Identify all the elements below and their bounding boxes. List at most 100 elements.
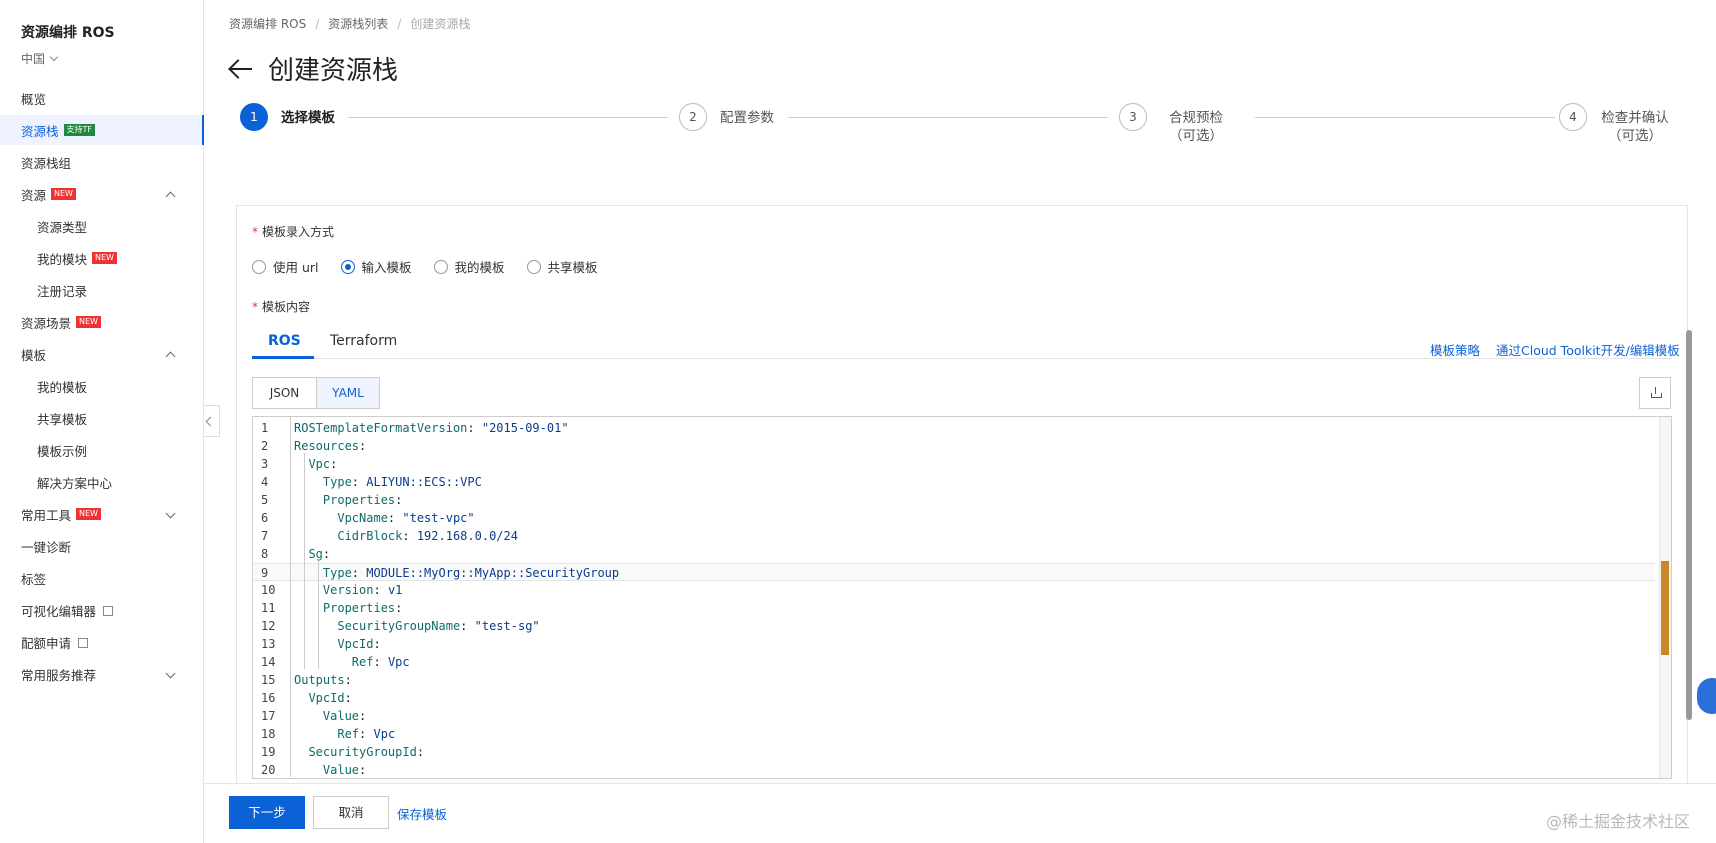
- line-number: 19: [261, 745, 276, 759]
- line-number: 3: [261, 457, 269, 471]
- sidebar-item-stacks[interactable]: 资源栈 支持TF: [0, 115, 204, 145]
- code-line: 11 Properties:: [253, 599, 1655, 617]
- sidebar-item-label: 资源栈: [21, 123, 59, 139]
- sidebar-item-stack-groups[interactable]: 资源栈组: [0, 147, 204, 177]
- code-text: CidrBlock: 192.168.0.0/24: [294, 529, 518, 543]
- input-method-radio-group: 使用 url 输入模板 我的模板 共享模板: [252, 257, 620, 276]
- sidebar-item-my-modules[interactable]: 我的模块 NEW: [0, 243, 204, 273]
- back-arrow-icon[interactable]: [228, 58, 254, 80]
- sidebar-item-shared-templates[interactable]: 共享模板: [0, 403, 204, 433]
- sidebar-item-registry[interactable]: 注册记录: [0, 275, 204, 305]
- step-number: 3: [1119, 103, 1147, 131]
- chevron-down-icon: [165, 668, 176, 679]
- format-toggle: JSON YAML: [252, 377, 380, 409]
- tab-terraform[interactable]: Terraform: [330, 333, 397, 349]
- cloud-toolkit-link[interactable]: 通过Cloud Toolkit开发/编辑模板: [1496, 340, 1680, 359]
- sidebar-item-resources[interactable]: 资源 NEW: [0, 179, 204, 209]
- step-label: 检查并确认: [1601, 110, 1669, 126]
- floating-apps-button[interactable]: [1697, 678, 1716, 714]
- sidebar-collapse-button[interactable]: [204, 405, 220, 437]
- radio-my-template[interactable]: 我的模板: [433, 257, 505, 276]
- sidebar-item-template-examples[interactable]: 模板示例: [0, 435, 204, 465]
- step-connector: [788, 117, 1108, 118]
- code-line: 15 Outputs:: [253, 671, 1655, 689]
- sidebar-item-solutions[interactable]: 解决方案中心: [0, 467, 204, 497]
- line-number: 4: [261, 475, 269, 489]
- breadcrumb-item[interactable]: 资源栈列表: [328, 17, 388, 31]
- sidebar-item-label: 常用工具: [21, 507, 72, 523]
- sidebar-item-label: 可视化编辑器: [21, 603, 97, 619]
- sidebar-item-resource-types[interactable]: 资源类型: [0, 211, 204, 241]
- sidebar-item-label: 资源栈组: [21, 155, 72, 171]
- line-number: 9: [261, 566, 269, 580]
- step-number: 4: [1559, 103, 1587, 131]
- code-line: 5 Properties:: [253, 491, 1655, 509]
- radio-label: 共享模板: [547, 260, 598, 275]
- code-line: 14 Ref: Vpc: [253, 653, 1655, 671]
- breadcrumb-item[interactable]: 资源编排 ROS: [229, 17, 306, 31]
- sidebar-item-scenarios[interactable]: 资源场景 NEW: [0, 307, 204, 337]
- code-line: 9 Type: MODULE::MyOrg::MyApp::SecurityGr…: [253, 563, 1655, 581]
- next-button[interactable]: 下一步: [229, 796, 305, 829]
- code-line: 13 VpcId:: [253, 635, 1655, 653]
- radio-shared-template[interactable]: 共享模板: [526, 257, 598, 276]
- code-line: 20 Value:: [253, 761, 1655, 778]
- sidebar-item-overview[interactable]: 概览: [0, 83, 204, 113]
- code-text: VpcId:: [294, 691, 352, 705]
- code-text: VpcId:: [294, 637, 381, 651]
- code-line: 17 Value:: [253, 707, 1655, 725]
- step-number: 1: [240, 103, 268, 131]
- step-label: 配置参数: [720, 110, 774, 126]
- line-number: 18: [261, 727, 276, 741]
- sidebar-item-tags[interactable]: 标签: [0, 563, 204, 593]
- code-text: Outputs:: [294, 673, 352, 687]
- new-badge: NEW: [76, 508, 101, 520]
- sidebar-item-label: 资源场景: [21, 315, 72, 331]
- format-yaml-button[interactable]: YAML: [316, 378, 379, 408]
- template-policy-link[interactable]: 模板策略: [1430, 340, 1480, 359]
- radio-url[interactable]: 使用 url: [252, 257, 319, 276]
- code-text: Properties:: [294, 493, 403, 507]
- region-selector[interactable]: 中国: [21, 50, 59, 67]
- cancel-button[interactable]: 取消: [313, 796, 389, 829]
- code-line: 16 VpcId:: [253, 689, 1655, 707]
- line-number: 17: [261, 709, 276, 723]
- sidebar-item-recommended[interactable]: 常用服务推荐: [0, 659, 204, 689]
- sidebar-item-my-templates[interactable]: 我的模板: [0, 371, 204, 401]
- radio-input-template[interactable]: 输入模板: [340, 257, 412, 276]
- code-line: 7 CidrBlock: 192.168.0.0/24: [253, 527, 1655, 545]
- new-badge: NEW: [92, 252, 117, 264]
- indent-guide: [318, 561, 319, 669]
- radio-label: 使用 url: [273, 260, 319, 275]
- scroll-marker: [1661, 561, 1669, 655]
- input-method-label: * 模板录入方式: [252, 225, 335, 239]
- line-number: 16: [261, 691, 276, 705]
- code-editor[interactable]: 1 ROSTemplateFormatVersion: "2015-09-01" 2…: [252, 416, 1672, 779]
- format-json-button[interactable]: JSON: [253, 378, 316, 408]
- code-text: Version: v1: [294, 583, 403, 597]
- sidebar-item-label: 解决方案中心: [37, 475, 113, 491]
- sidebar-item-tools[interactable]: 常用工具 NEW: [0, 499, 204, 529]
- chevron-up-icon: [165, 351, 176, 362]
- sidebar-item-diagnosis[interactable]: 一键诊断: [0, 531, 204, 561]
- sidebar-item-label: 概览: [21, 91, 47, 107]
- sidebar-item-label: 资源: [21, 187, 47, 203]
- line-number: 13: [261, 637, 276, 651]
- code-line: 19 SecurityGroupId:: [253, 743, 1655, 761]
- editor-scrollbar[interactable]: [1659, 417, 1671, 778]
- tab-ros[interactable]: ROS: [268, 333, 301, 349]
- save-template-link[interactable]: 保存模板: [397, 804, 447, 823]
- sidebar: 资源编排 ROS 中国 概览 资源栈 支持TF 资源栈组 资源 NEW 资源类型 我…: [0, 0, 204, 843]
- region-label: 中国: [21, 52, 46, 66]
- sidebar-item-quota[interactable]: 配额申请: [0, 627, 204, 657]
- sidebar-item-label: 我的模块: [37, 251, 88, 267]
- page-scrollbar[interactable]: [1686, 330, 1692, 720]
- code-line: 4 Type: ALIYUN::ECS::VPC: [253, 473, 1655, 491]
- sidebar-item-visual-editor[interactable]: 可视化编辑器: [0, 595, 204, 625]
- upload-icon[interactable]: [1639, 377, 1671, 409]
- step-label: 合规预检: [1169, 110, 1223, 126]
- external-link-icon: [78, 638, 89, 648]
- radio-label: 输入模板: [361, 260, 412, 275]
- sidebar-item-label: 共享模板: [37, 411, 88, 427]
- sidebar-item-templates[interactable]: 模板: [0, 339, 204, 369]
